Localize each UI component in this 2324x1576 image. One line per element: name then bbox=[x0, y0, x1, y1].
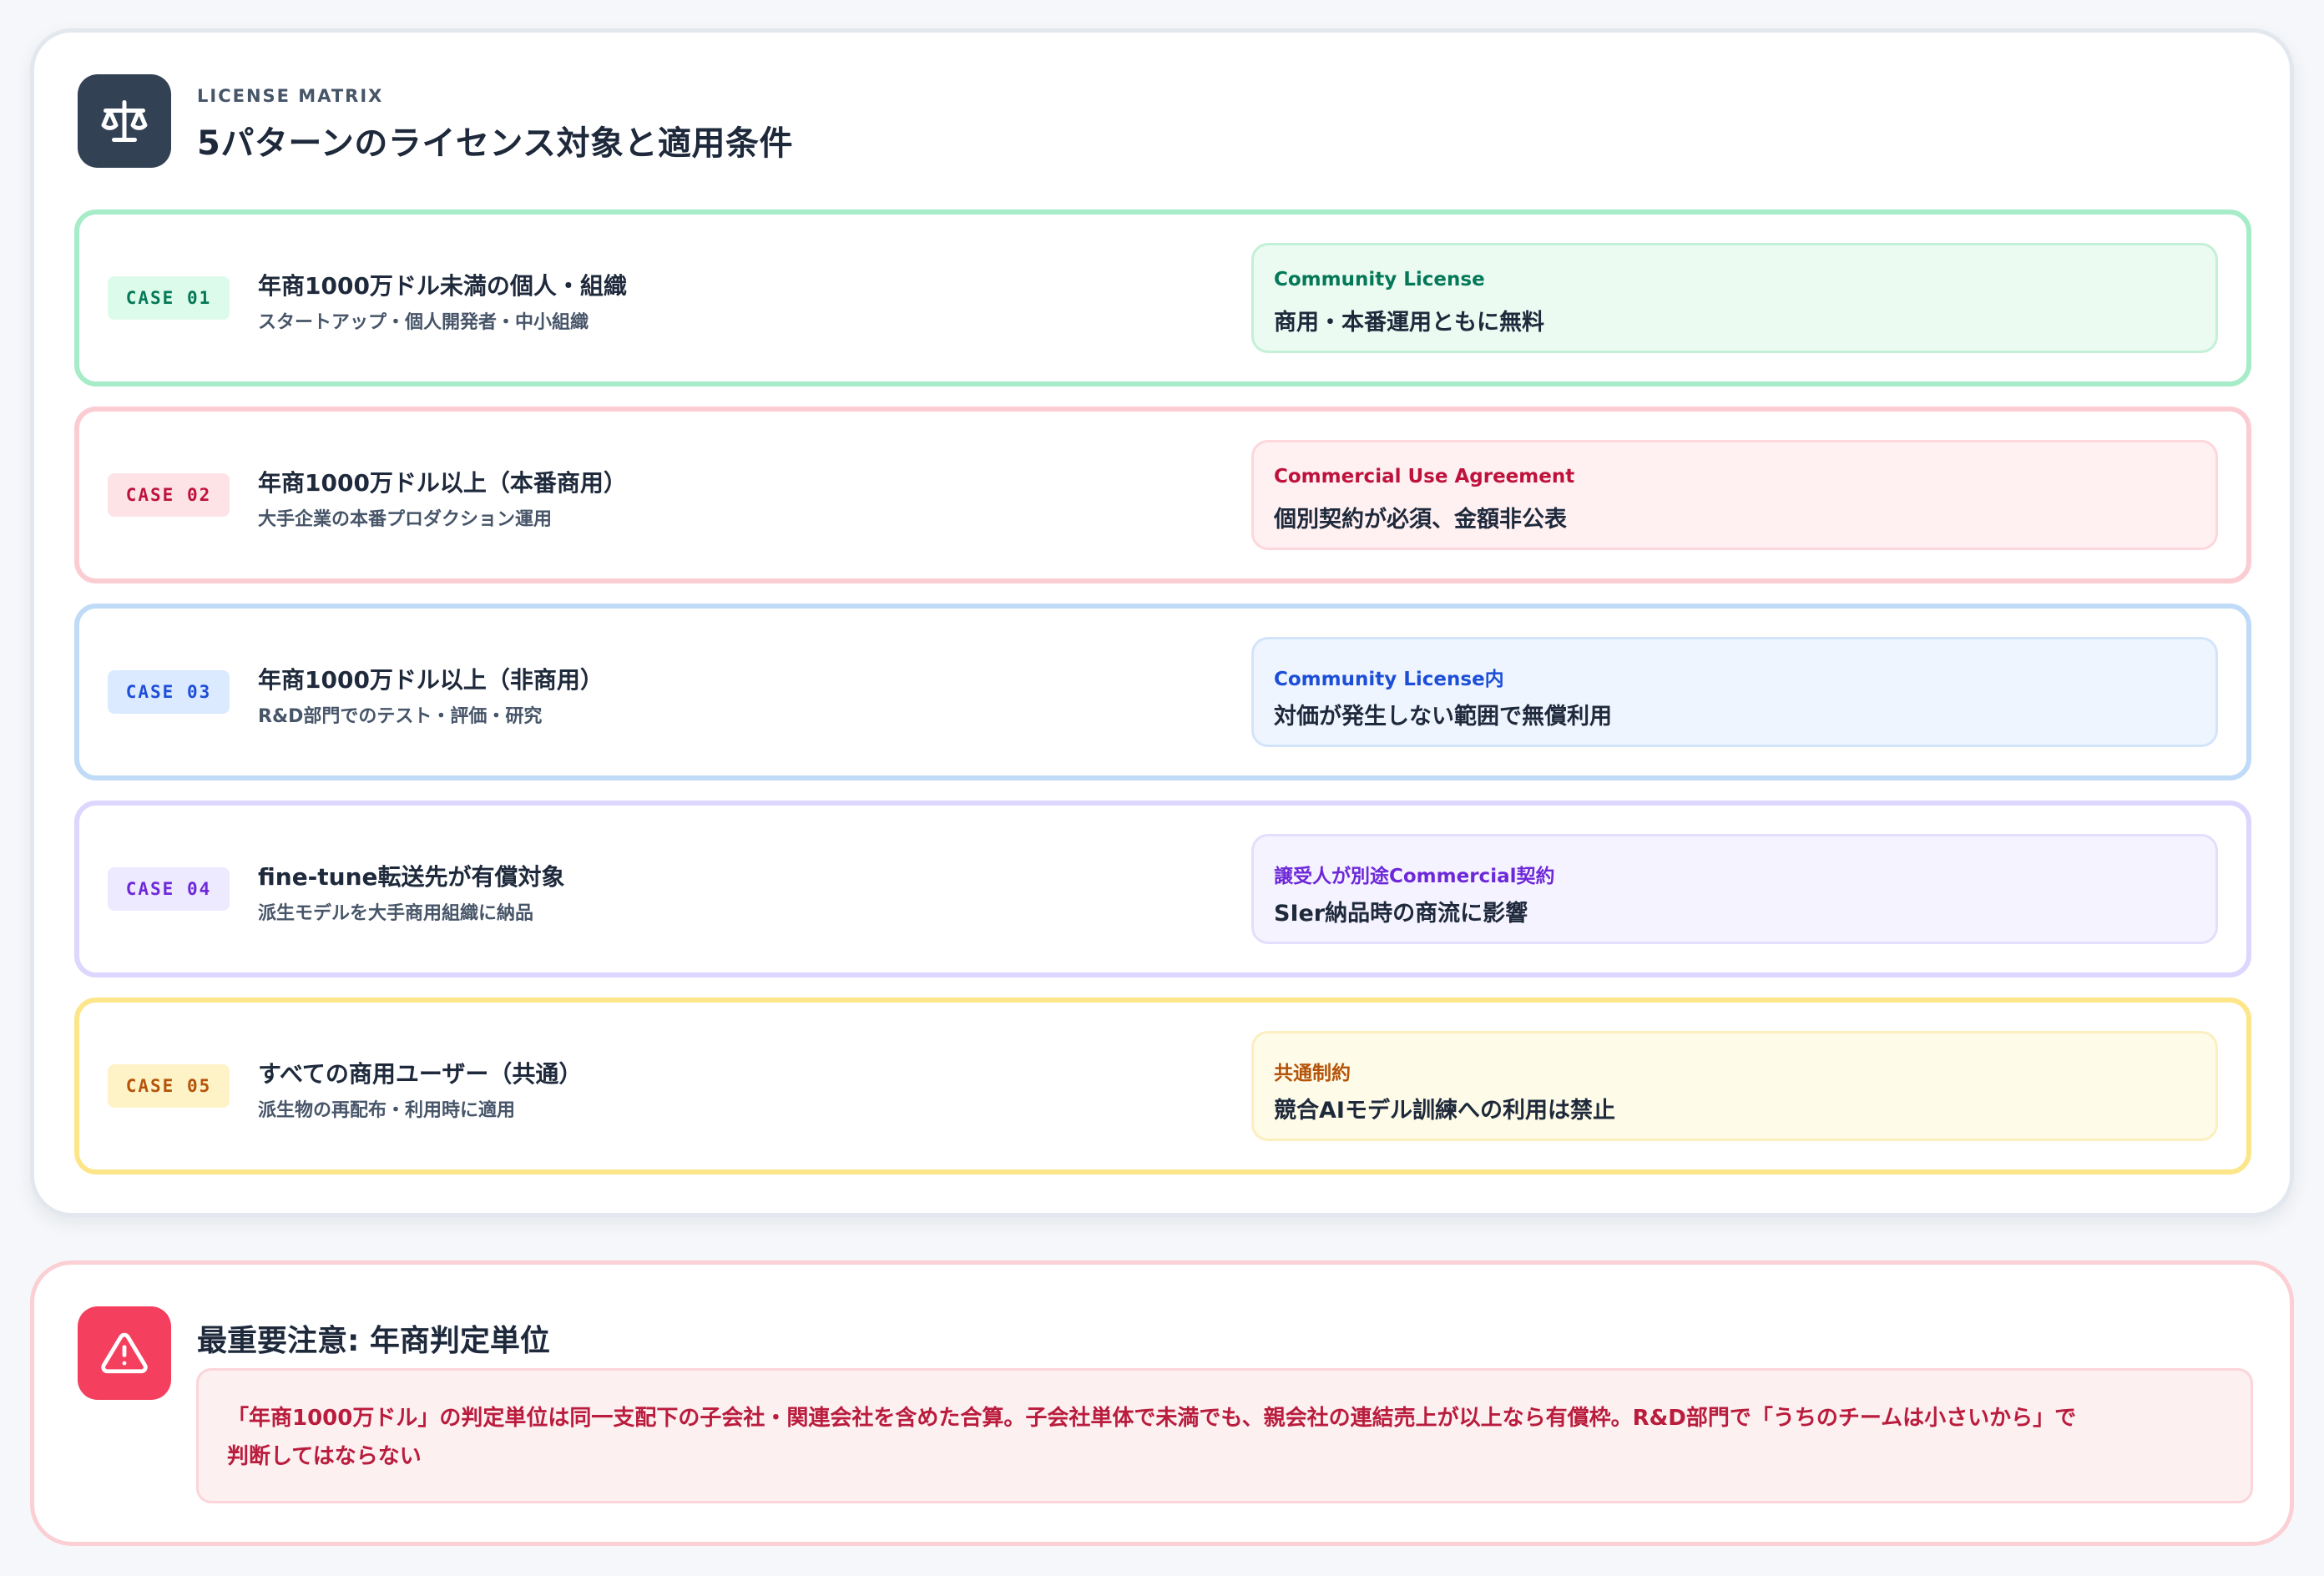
page-title: 5パターンのライセンス対象と適用条件 bbox=[197, 124, 794, 163]
case-row: CASE 04 fine-tune転送先が有償対象 派生モデルを大手商用組織に納… bbox=[74, 801, 2251, 977]
case-description: 派生モデルを大手商用組織に納品 bbox=[258, 903, 534, 924]
case-title: すべての商用ユーザー（共通） bbox=[258, 1060, 583, 1088]
case-row: CASE 02 年商1000万ドル以上（本番商用） 大手企業の本番プロダクション… bbox=[74, 407, 2251, 583]
warning-body-line: 判断してはならない bbox=[227, 1444, 422, 1469]
license-note: 対価が発生しない範囲で無償利用 bbox=[1274, 704, 1612, 730]
license-name: 譲受人が別途Commercial契約 bbox=[1274, 866, 1555, 887]
case-title: 年商1000万ドル以上（非商用） bbox=[258, 666, 604, 694]
license-note: SIer納品時の商流に影響 bbox=[1274, 901, 1528, 927]
license-box: 共通制約 競合AIモデル訓練への利用は禁止 bbox=[1251, 1031, 2218, 1141]
case-badge: CASE 03 bbox=[108, 670, 230, 714]
license-name: Community License内 bbox=[1274, 669, 1504, 690]
alert-triangle-icon bbox=[78, 1306, 171, 1400]
case-title: fine-tune転送先が有償対象 bbox=[258, 863, 565, 891]
license-box: Community License 商用・本番運用ともに無料 bbox=[1251, 243, 2218, 353]
case-title: 年商1000万ドル未満の個人・組織 bbox=[258, 272, 627, 300]
case-row: CASE 03 年商1000万ドル以上（非商用） R&D部門でのテスト・評価・研… bbox=[74, 604, 2251, 780]
case-description: 大手企業の本番プロダクション運用 bbox=[258, 509, 553, 530]
case-row: CASE 05 すべての商用ユーザー（共通） 派生物の再配布・利用時に適用 共通… bbox=[74, 998, 2251, 1174]
case-description: R&D部門でのテスト・評価・研究 bbox=[258, 706, 543, 727]
scale-icon bbox=[78, 74, 171, 168]
license-note: 個別契約が必須、金額非公表 bbox=[1274, 507, 1567, 533]
license-note: 商用・本番運用ともに無料 bbox=[1274, 310, 1544, 336]
license-name: Commercial Use Agreement bbox=[1274, 466, 1575, 487]
case-title: 年商1000万ドル以上（本番商用） bbox=[258, 469, 627, 497]
case-description: スタートアップ・個人開発者・中小組織 bbox=[258, 312, 589, 333]
header-kicker: LICENSE MATRIX bbox=[197, 86, 384, 106]
license-box: 譲受人が別途Commercial契約 SIer納品時の商流に影響 bbox=[1251, 834, 2218, 944]
license-name: 共通制約 bbox=[1274, 1063, 1351, 1084]
case-badge: CASE 02 bbox=[108, 473, 230, 517]
license-box: Community License内 対価が発生しない範囲で無償利用 bbox=[1251, 637, 2218, 747]
warning-card: 最重要注意: 年商判定単位 「年商1000万ドル」の判定単位は同一支配下の子会社… bbox=[30, 1260, 2294, 1546]
license-box: Commercial Use Agreement 個別契約が必須、金額非公表 bbox=[1251, 440, 2218, 550]
license-name: Community License bbox=[1274, 269, 1485, 290]
case-badge: CASE 01 bbox=[108, 276, 230, 320]
case-row: CASE 01 年商1000万ドル未満の個人・組織 スタートアップ・個人開発者・… bbox=[74, 210, 2251, 386]
license-note: 競合AIモデル訓練への利用は禁止 bbox=[1274, 1098, 1615, 1124]
warning-body: 「年商1000万ドル」の判定単位は同一支配下の子会社・関連会社を含めた合算。子会… bbox=[196, 1368, 2253, 1503]
warning-body-line: 「年商1000万ドル」の判定単位は同一支配下の子会社・関連会社を含めた合算。子会… bbox=[227, 1406, 2077, 1431]
warning-title: 最重要注意: 年商判定単位 bbox=[197, 1324, 550, 1358]
license-matrix-card: LICENSE MATRIX 5パターンのライセンス対象と適用条件 CASE 0… bbox=[30, 28, 2294, 1217]
case-description: 派生物の再配布・利用時に適用 bbox=[258, 1100, 516, 1121]
case-badge: CASE 05 bbox=[108, 1064, 230, 1108]
case-badge: CASE 04 bbox=[108, 867, 230, 911]
